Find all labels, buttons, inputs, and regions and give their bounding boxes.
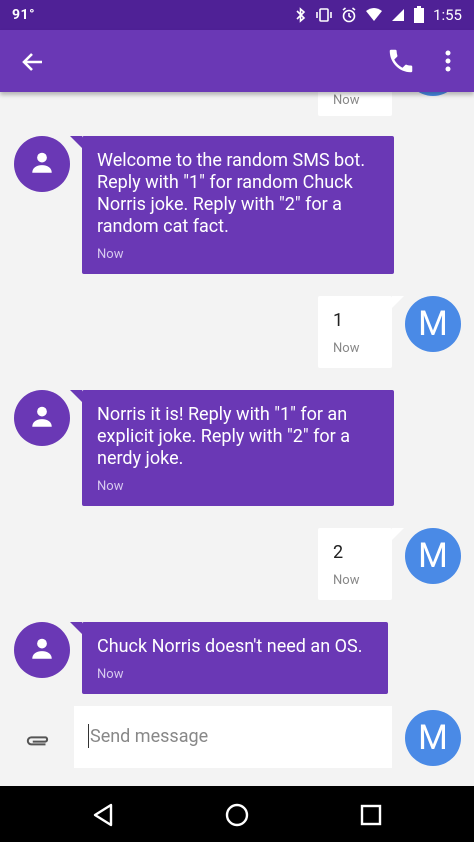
message-text: Welcome to the random SMS bot. Reply wit… [97, 150, 366, 237]
message-bubble-incoming[interactable]: Chuck Norris doesn't need an OS. Now [70, 622, 388, 694]
avatar-bot [14, 622, 70, 678]
alarm-icon [341, 7, 357, 23]
vibrate-icon [315, 7, 333, 23]
avatar-bot [14, 136, 70, 192]
avatar-bot [14, 390, 70, 446]
message-composer: Send message M [0, 706, 474, 786]
message-bubble-incoming[interactable]: Welcome to the random SMS bot. Reply wit… [70, 136, 394, 274]
message-timestamp: Now [333, 341, 360, 356]
temperature-readout: 91° [12, 7, 36, 23]
battery-icon [413, 6, 425, 24]
cell-signal-icon [391, 8, 405, 22]
conversation-list[interactable]: Now Welcome to the random SMS bot. Reply… [0, 92, 474, 706]
system-navigation-bar [0, 786, 474, 842]
message-text: 1 [333, 310, 344, 331]
message-bubble-incoming[interactable]: Norris it is! Reply with "1" for an expl… [70, 390, 394, 506]
avatar-me-partial [405, 92, 461, 96]
person-icon [32, 638, 52, 659]
send-message-input[interactable]: Send message [74, 706, 392, 768]
app-bar [0, 30, 474, 92]
nav-home-icon[interactable] [222, 800, 252, 830]
message-text: Chuck Norris doesn't need an OS. [97, 636, 363, 657]
bluetooth-icon [295, 7, 307, 23]
message-bubble-outgoing[interactable]: 1 Now [318, 296, 404, 368]
message-timestamp: Now [333, 573, 360, 588]
arrow-back-icon[interactable] [18, 47, 48, 77]
person-icon [32, 152, 52, 173]
nav-recents-icon[interactable] [356, 800, 386, 830]
more-vert-icon[interactable] [438, 46, 458, 76]
avatar-me: M [405, 710, 461, 766]
message-text: Norris it is! Reply with "1" for an expl… [97, 404, 351, 469]
message-bubble-outgoing-partial: Now [318, 92, 392, 116]
message-text: 2 [333, 542, 344, 563]
text-cursor [88, 724, 89, 748]
message-bubble-outgoing[interactable]: 2 Now [318, 528, 404, 600]
message-timestamp: Now [97, 667, 124, 682]
avatar-me: M [405, 528, 461, 584]
clock: 1:55 [433, 6, 462, 24]
nav-back-icon[interactable] [89, 800, 119, 830]
message-timestamp: Now [97, 247, 124, 262]
paperclip-icon[interactable] [22, 728, 52, 758]
send-message-placeholder: Send message [90, 726, 209, 747]
message-timestamp: Now [97, 479, 124, 494]
phone-icon[interactable] [386, 46, 416, 76]
person-icon [32, 406, 52, 427]
message-timestamp: Now [333, 93, 360, 108]
wifi-icon [365, 8, 383, 22]
status-bar: 91° 90 1:55 [0, 0, 474, 30]
status-icons: 90 1:55 [295, 6, 462, 24]
avatar-me: M [405, 296, 461, 352]
